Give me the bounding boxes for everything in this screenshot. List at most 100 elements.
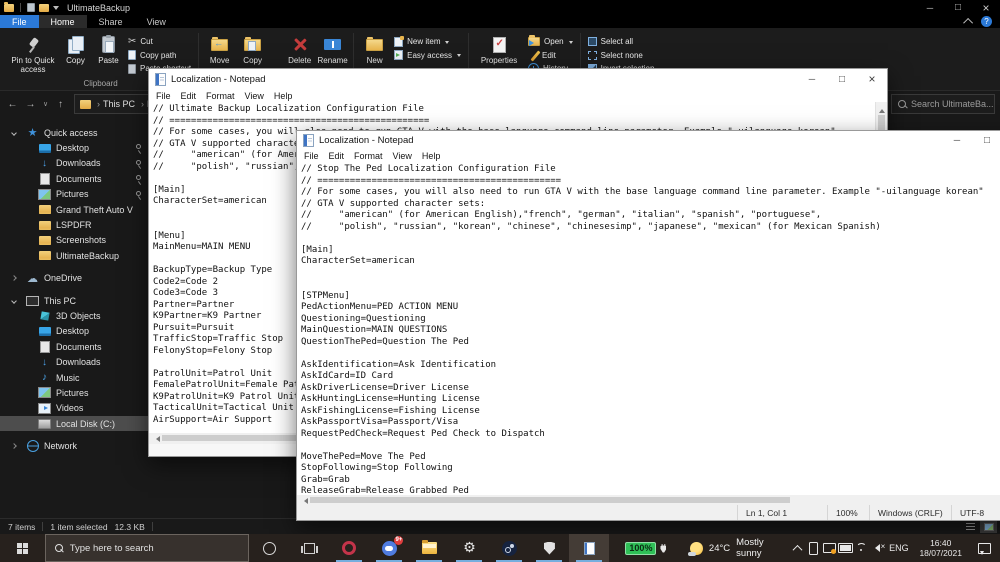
horizontal-scrollbar[interactable]	[297, 495, 1000, 505]
sidebar-item[interactable]: Documents	[0, 339, 148, 354]
cut-button[interactable]: Cut	[125, 35, 194, 49]
explorer-app-icon	[4, 1, 14, 12]
copy-path-button[interactable]: Copy path	[125, 49, 194, 63]
sidebar-item[interactable]: Music	[0, 370, 148, 385]
expander-chevron-icon[interactable]	[11, 443, 17, 449]
qat-customize-caret-icon[interactable]	[53, 5, 59, 13]
maximize-button[interactable]	[972, 131, 1000, 149]
explorer-search-box[interactable]: Search UltimateBa...	[891, 94, 995, 114]
menu-item[interactable]: Help	[417, 151, 446, 161]
taskbar-clock[interactable]: 16:40 18/07/2021	[913, 534, 969, 562]
sidebar-item[interactable]: Desktop	[0, 324, 148, 339]
taskbar-app-button[interactable]: 9+	[369, 534, 409, 562]
close-button[interactable]	[857, 69, 887, 89]
weather-widget[interactable]: 24°C Mostly sunny	[688, 534, 789, 562]
volume-muted-icon[interactable]	[869, 534, 886, 562]
maximize-button[interactable]	[827, 69, 857, 89]
notepad-titlebar[interactable]: Localization - Notepad	[149, 69, 887, 89]
menu-item[interactable]: Edit	[324, 151, 350, 161]
details-view-icon[interactable]	[962, 520, 979, 533]
sidebar-item[interactable]: Screenshots	[0, 233, 148, 248]
copy-button[interactable]: Copy	[59, 31, 92, 78]
text-editor[interactable]: // Stop The Ped Localization Configurati…	[297, 162, 1000, 495]
back-arrow-icon[interactable]: ←	[5, 99, 20, 110]
sidebar-item[interactable]: Local Disk (C:)	[0, 416, 148, 432]
sidebar-item[interactable]: 3D Objects	[0, 308, 148, 323]
chevron-up-icon[interactable]	[789, 534, 805, 562]
taskbar-app-button[interactable]	[569, 534, 610, 562]
scroll-left-arrow-icon[interactable]	[153, 435, 160, 442]
taskbar-app-button[interactable]	[289, 534, 329, 562]
menu-item[interactable]: View	[240, 91, 269, 101]
easy-access-button[interactable]: Easy access	[391, 49, 464, 63]
help-icon[interactable]	[981, 16, 992, 27]
start-button[interactable]	[0, 534, 45, 562]
expander-chevron-icon[interactable]	[11, 297, 17, 304]
taskbar-search-box[interactable]: Type here to search	[44, 534, 250, 562]
menu-item[interactable]: File	[299, 151, 324, 161]
expander-chevron-icon[interactable]	[11, 129, 17, 136]
select-none-button[interactable]: Select none	[585, 49, 658, 63]
forward-arrow-icon[interactable]: →	[23, 99, 38, 110]
maximize-button[interactable]	[944, 0, 972, 15]
scrollbar-thumb[interactable]	[310, 497, 790, 503]
qat-new-folder-icon[interactable]	[39, 3, 49, 12]
taskbar-app-button[interactable]	[529, 534, 569, 562]
paste-button[interactable]: Paste	[92, 31, 125, 78]
menu-item[interactable]: View	[388, 151, 417, 161]
sidebar-item[interactable]: Quick access	[0, 125, 148, 140]
taskbar-app-button[interactable]	[249, 534, 289, 562]
ribbon-tab[interactable]: Home	[38, 15, 87, 28]
breadcrumb-item[interactable]: This PC	[103, 99, 135, 109]
scroll-up-arrow-icon[interactable]	[879, 106, 885, 113]
sidebar-item[interactable]: UltimateBackup	[0, 248, 148, 263]
sidebar-item[interactable]: Pictures	[0, 385, 148, 400]
scroll-left-arrow-icon[interactable]	[301, 497, 308, 504]
action-center-button[interactable]	[969, 534, 1000, 562]
menu-item[interactable]: Format	[349, 151, 388, 161]
battery-widget[interactable]: 100%	[625, 534, 667, 562]
sidebar-item[interactable]: Downloads	[0, 354, 148, 369]
sidebar-item[interactable]: Network	[0, 438, 148, 453]
sidebar-item[interactable]: This PC	[0, 293, 148, 308]
ribbon-tab[interactable]: File	[0, 15, 39, 28]
notepad-titlebar[interactable]: Localization - Notepad	[297, 131, 1000, 149]
up-arrow-icon[interactable]: ↑	[53, 99, 68, 110]
sidebar-item[interactable]: Pictures	[0, 187, 148, 202]
close-button[interactable]	[972, 0, 1000, 15]
sidebar-item[interactable]: Documents	[0, 171, 148, 186]
menu-item[interactable]: File	[151, 91, 176, 101]
thumbnails-view-icon[interactable]	[980, 520, 997, 533]
minimize-button[interactable]	[942, 131, 972, 149]
recent-locations-caret-icon[interactable]: ∨	[41, 100, 50, 108]
select-all-button[interactable]: Select all	[585, 35, 658, 49]
taskbar-app-button[interactable]	[329, 534, 369, 562]
sidebar-item[interactable]: Downloads	[0, 156, 148, 171]
ribbon-tab[interactable]: View	[135, 15, 178, 28]
taskbar-app-button[interactable]	[449, 534, 489, 562]
menu-item[interactable]: Format	[201, 91, 240, 101]
minimize-button[interactable]	[916, 0, 944, 15]
menu-item[interactable]: Help	[269, 91, 298, 101]
sidebar-item[interactable]: LSPDFR	[0, 217, 148, 232]
edit-button[interactable]: Edit	[525, 49, 576, 63]
display-icon[interactable]	[821, 534, 837, 562]
sidebar-item[interactable]: Videos	[0, 401, 148, 416]
sidebar-item[interactable]: Desktop	[0, 140, 148, 155]
expander-chevron-icon[interactable]	[11, 275, 17, 282]
menu-item[interactable]: Edit	[176, 91, 202, 101]
sidebar-item[interactable]: Grand Theft Auto V	[0, 202, 148, 217]
new-item-button[interactable]: New item	[391, 35, 464, 49]
minimize-button[interactable]	[797, 69, 827, 89]
qat-properties-icon[interactable]	[27, 3, 35, 12]
network-icon[interactable]	[853, 534, 869, 562]
pin-to-quick-access-button[interactable]: Pin to Quick access	[7, 31, 59, 78]
taskbar-app-button[interactable]	[409, 534, 449, 562]
phone-icon[interactable]	[805, 534, 821, 562]
language-indicator[interactable]: ENG	[885, 534, 912, 562]
open-button[interactable]: Open	[525, 35, 576, 49]
taskbar-app-button[interactable]	[489, 534, 529, 562]
sidebar-item[interactable]: OneDrive	[0, 271, 148, 286]
ribbon-tab[interactable]: Share	[87, 15, 135, 28]
battery-icon[interactable]	[837, 534, 854, 562]
